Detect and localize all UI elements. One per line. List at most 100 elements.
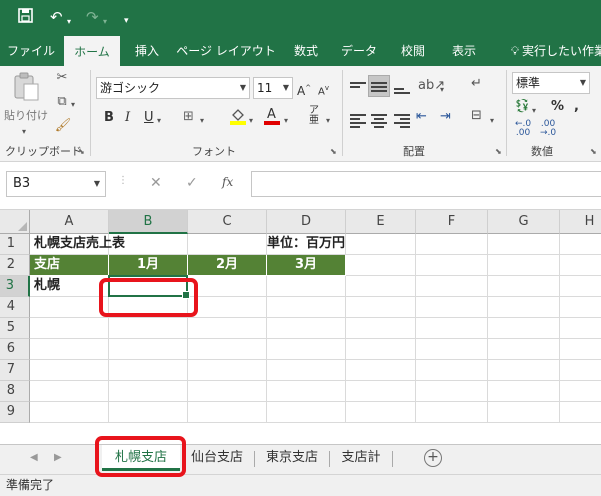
align-top-icon[interactable] [350, 80, 366, 90]
font-name-select[interactable]: 游ゴシック ▼ [96, 77, 250, 99]
cell-d5[interactable] [267, 318, 346, 339]
cell-c7[interactable] [188, 360, 267, 381]
tell-me-search[interactable]: 実行したい作業 [522, 36, 601, 66]
cell-d7[interactable] [267, 360, 346, 381]
italic-icon[interactable]: I [125, 110, 130, 126]
cell-a3[interactable]: 札幌 [30, 276, 109, 297]
cell-a4[interactable] [30, 297, 109, 318]
cell-h5[interactable] [560, 318, 601, 339]
align-left-icon[interactable] [350, 112, 366, 130]
paste-icon[interactable] [10, 72, 42, 104]
cell-e1[interactable] [346, 234, 416, 255]
cell-d6[interactable] [267, 339, 346, 360]
column-header-c[interactable]: C [188, 210, 267, 234]
fill-color-icon[interactable] [230, 107, 246, 130]
font-color-icon[interactable]: A [264, 106, 280, 130]
cell-c2[interactable]: 2月 [188, 255, 267, 276]
cell-d1[interactable]: 単位：百万円 [267, 234, 346, 255]
sheet-tab-total[interactable]: 支店計 [332, 445, 390, 471]
increase-decimal-icon[interactable]: ←.0.00 [515, 120, 531, 138]
number-launcher-icon[interactable]: ⬊ [590, 147, 597, 156]
cut-icon[interactable]: ✂ [54, 70, 70, 86]
tab-page-layout[interactable]: ページ レイアウト [176, 36, 276, 66]
column-header-e[interactable]: E [346, 210, 416, 234]
cell-g9[interactable] [488, 402, 560, 423]
cell-a2[interactable]: 支店 [30, 255, 109, 276]
increase-font-icon[interactable]: A^ [297, 80, 311, 99]
cell-f4[interactable] [416, 297, 488, 318]
tab-home[interactable]: ホーム [64, 36, 120, 66]
wrap-text-icon[interactable]: ↵ [471, 76, 482, 92]
accounting-format-icon[interactable]: 💱︎ [514, 99, 531, 115]
row-header-4[interactable]: 4 [0, 297, 30, 318]
undo-dropdown-icon[interactable]: ▾ [67, 13, 71, 31]
align-right-icon[interactable] [394, 112, 410, 130]
column-header-a[interactable]: A [30, 210, 109, 234]
bold-icon[interactable]: B [104, 110, 114, 126]
cell-b9[interactable] [109, 402, 188, 423]
phonetic-icon[interactable]: ア亜 [309, 106, 319, 126]
row-header-9[interactable]: 9 [0, 402, 30, 423]
tab-insert[interactable]: 挿入 [128, 36, 166, 66]
cell-f3[interactable] [416, 276, 488, 297]
cell-d8[interactable] [267, 381, 346, 402]
cell-h2[interactable] [560, 255, 601, 276]
cell-c6[interactable] [188, 339, 267, 360]
column-header-g[interactable]: G [488, 210, 560, 234]
cell-d3[interactable] [267, 276, 346, 297]
cell-h8[interactable] [560, 381, 601, 402]
paste-button[interactable]: 貼り付け [4, 108, 48, 124]
align-bottom-icon[interactable] [394, 86, 410, 96]
orientation-dropdown-icon[interactable]: ▾ [440, 82, 444, 98]
add-sheet-icon[interactable]: + [424, 449, 442, 467]
cell-g5[interactable] [488, 318, 560, 339]
decrease-font-icon[interactable]: Av [318, 80, 329, 100]
column-header-b[interactable]: B [109, 210, 188, 234]
cell-a7[interactable] [30, 360, 109, 381]
cell-a9[interactable] [30, 402, 109, 423]
cell-e5[interactable] [346, 318, 416, 339]
borders-dropdown-icon[interactable]: ▾ [200, 113, 204, 129]
underline-icon[interactable]: U [144, 110, 154, 126]
cell-e3[interactable] [346, 276, 416, 297]
cell-h3[interactable] [560, 276, 601, 297]
tab-formulas[interactable]: 数式 [287, 36, 325, 66]
cell-h1[interactable] [560, 234, 601, 255]
cell-a1[interactable]: 札幌支店売上表 [30, 234, 125, 255]
enter-icon[interactable]: ✓ [186, 175, 198, 191]
cell-f9[interactable] [416, 402, 488, 423]
select-all-corner[interactable] [0, 210, 30, 234]
cell-g3[interactable] [488, 276, 560, 297]
cell-e4[interactable] [346, 297, 416, 318]
font-launcher-icon[interactable]: ⬊ [330, 147, 337, 156]
cell-e8[interactable] [346, 381, 416, 402]
cell-e7[interactable] [346, 360, 416, 381]
cell-h9[interactable] [560, 402, 601, 423]
merge-dropdown-icon[interactable]: ▾ [490, 113, 494, 129]
phonetic-dropdown-icon[interactable]: ▾ [326, 113, 330, 129]
redo-dropdown-icon[interactable]: ▾ [103, 13, 107, 31]
redo-icon[interactable]: ↷ [86, 8, 99, 26]
save-icon[interactable] [18, 8, 33, 27]
cell-g4[interactable] [488, 297, 560, 318]
prev-sheet-icon[interactable]: ◀ [30, 452, 38, 463]
number-format-select[interactable]: 標準 ▼ [512, 72, 590, 94]
cell-c8[interactable] [188, 381, 267, 402]
cell-f8[interactable] [416, 381, 488, 402]
clipboard-launcher-icon[interactable]: ⬊ [78, 147, 85, 156]
format-painter-icon[interactable]: 🖌︎ [54, 118, 72, 134]
cell-f5[interactable] [416, 318, 488, 339]
font-size-select[interactable]: 11 ▼ [253, 77, 293, 99]
cell-e9[interactable] [346, 402, 416, 423]
paste-dropdown-icon[interactable]: ▾ [22, 124, 26, 140]
comma-style-icon[interactable]: , [574, 99, 579, 115]
cell-c4[interactable] [188, 297, 267, 318]
cell-g7[interactable] [488, 360, 560, 381]
row-header-1[interactable]: 1 [0, 234, 30, 255]
cell-a8[interactable] [30, 381, 109, 402]
tab-file[interactable]: ファイル [6, 36, 56, 66]
merge-center-icon[interactable]: ⊟ [471, 108, 482, 124]
align-middle-icon[interactable] [371, 80, 387, 94]
cell-g6[interactable] [488, 339, 560, 360]
alignment-launcher-icon[interactable]: ⬊ [495, 147, 502, 156]
